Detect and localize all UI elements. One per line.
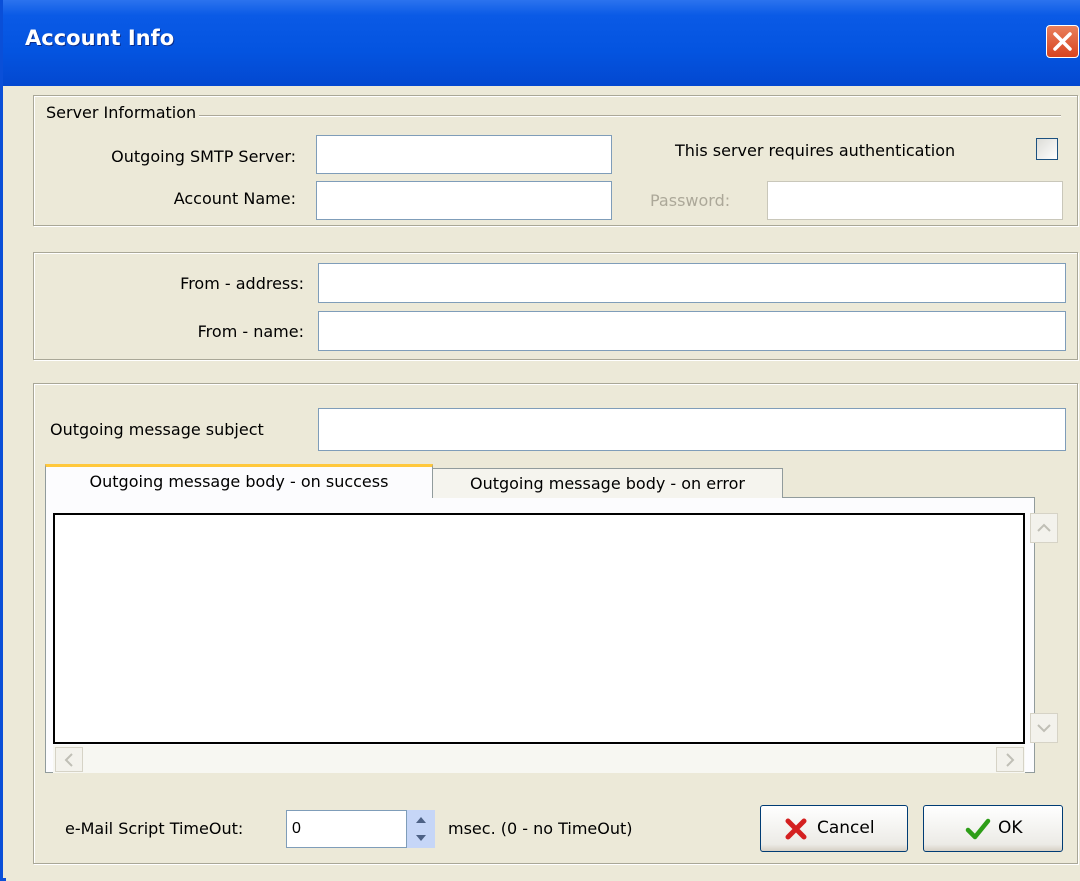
account-name-input[interactable] [316, 181, 612, 220]
red-x-icon [785, 818, 807, 840]
arrow-down-icon[interactable] [407, 829, 435, 848]
subject-input[interactable] [318, 408, 1066, 451]
smtp-server-label: Outgoing SMTP Server: [111, 147, 296, 166]
timeout-spinner[interactable] [407, 810, 435, 848]
window-title: Account Info [25, 26, 175, 50]
timeout-unit-label: msec. (0 - no TimeOut) [448, 819, 633, 838]
dialog-body: Server Information Outgoing SMTP Server:… [6, 86, 1080, 881]
subject-label: Outgoing message subject [50, 420, 264, 439]
auth-label: This server requires authentication [675, 141, 956, 160]
scroll-up-button[interactable] [1030, 513, 1058, 543]
title-bar[interactable]: Account Info [3, 0, 1080, 86]
from-name-label: From - name: [197, 322, 304, 341]
cancel-button[interactable]: Cancel [760, 805, 908, 852]
message-body-textarea[interactable] [53, 513, 1025, 744]
cancel-label: Cancel [817, 818, 875, 838]
ok-label: OK [998, 818, 1023, 838]
timeout-input[interactable] [286, 810, 407, 848]
ok-button[interactable]: OK [923, 805, 1063, 852]
green-check-icon [965, 818, 991, 840]
account-info-dialog: Account Info Server Information Outgoing… [0, 0, 1080, 881]
arrow-left-icon [64, 753, 73, 767]
horizontal-scrollbar[interactable] [53, 745, 1025, 773]
close-button[interactable] [1046, 25, 1079, 58]
arrow-up-icon [1037, 523, 1051, 532]
close-icon [1053, 32, 1072, 51]
smtp-server-input[interactable] [316, 135, 612, 174]
scroll-down-button[interactable] [1030, 713, 1058, 743]
arrow-right-icon [1006, 753, 1015, 767]
scroll-right-button[interactable] [996, 747, 1024, 772]
from-name-input[interactable] [318, 311, 1066, 351]
group-title: Server Information [46, 103, 200, 122]
tab-on-success[interactable]: Outgoing message body - on success [45, 464, 433, 498]
password-label: Password: [650, 191, 731, 210]
account-name-label: Account Name: [173, 189, 296, 208]
scroll-left-button[interactable] [55, 747, 83, 772]
tab-on-error[interactable]: Outgoing message body - on error [432, 468, 783, 498]
arrow-down-icon [1037, 724, 1051, 733]
timeout-label: e-Mail Script TimeOut: [65, 819, 244, 838]
password-input[interactable] [767, 181, 1063, 220]
from-address-label: From - address: [180, 274, 304, 293]
from-address-input[interactable] [318, 263, 1066, 303]
arrow-up-icon[interactable] [407, 810, 435, 829]
auth-checkbox[interactable] [1036, 138, 1058, 160]
